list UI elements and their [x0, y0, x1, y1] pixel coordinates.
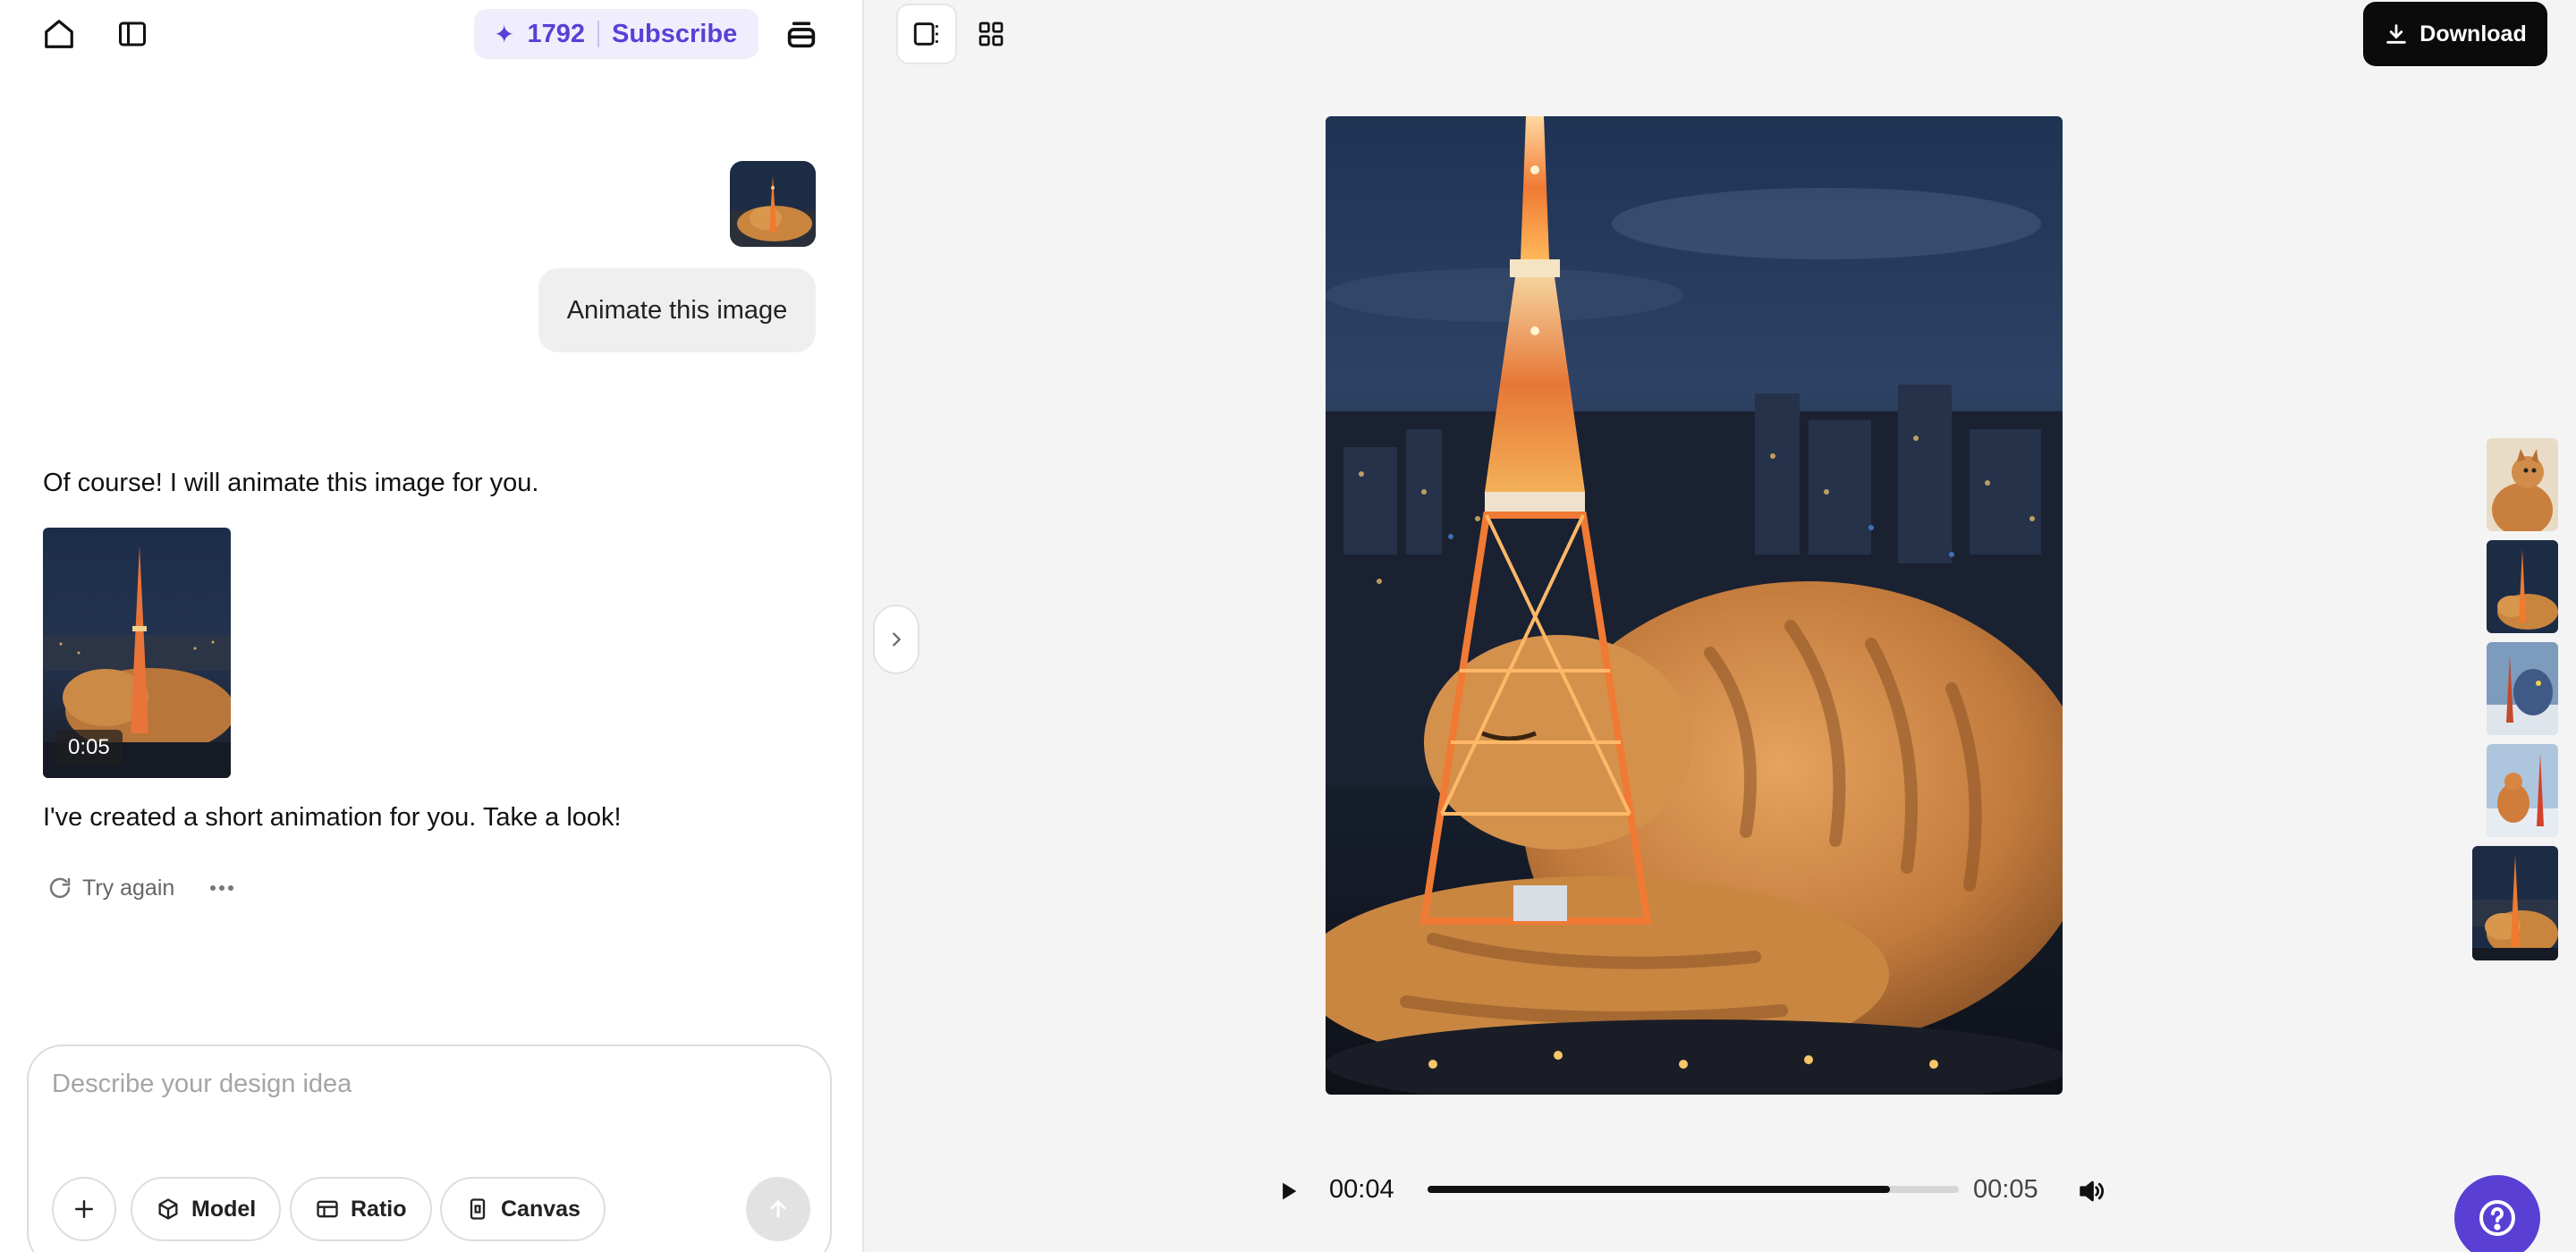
ratio-label: Ratio [351, 1196, 407, 1222]
current-time: 00:04 [1329, 1175, 1394, 1204]
video-duration: 0:05 [55, 730, 123, 766]
more-icon [210, 885, 233, 891]
try-again-label: Try again [82, 875, 175, 901]
layers-icon [787, 21, 816, 48]
canvas-icon [470, 1198, 486, 1220]
expand-panel-button[interactable] [873, 605, 919, 674]
chevron-right-icon [893, 632, 902, 647]
download-label: Download [2419, 21, 2527, 47]
user-image-attachment[interactable] [730, 161, 816, 247]
home-button[interactable] [34, 9, 84, 59]
split-view-button[interactable] [896, 4, 957, 64]
try-again-button[interactable]: Try again [47, 869, 174, 907]
canvas-label: Canvas [501, 1196, 580, 1222]
history-thumbnail[interactable] [2487, 744, 2558, 837]
layers-button[interactable] [776, 9, 826, 59]
history-thumbnail[interactable] [2487, 438, 2558, 531]
more-options-button[interactable] [204, 869, 240, 907]
split-view-icon [913, 22, 938, 46]
generated-video-thumbnail[interactable]: 0:05 [43, 528, 231, 778]
volume-icon [2080, 1180, 2104, 1202]
ratio-button[interactable]: Ratio [290, 1177, 432, 1241]
model-label: Model [191, 1196, 257, 1222]
arrow-up-icon [770, 1199, 786, 1218]
history-thumbnail-active[interactable] [2472, 846, 2558, 960]
ratio-icon [317, 1200, 338, 1218]
add-attachment-button[interactable] [52, 1177, 116, 1241]
progress-bar[interactable] [1428, 1186, 1959, 1193]
assistant-message: I've created a short animation for you. … [43, 803, 622, 832]
user-message-bubble: Animate this image [538, 268, 816, 352]
download-icon [2386, 24, 2407, 44]
total-time: 00:05 [1973, 1175, 2038, 1204]
assistant-message: Of course! I will animate this image for… [43, 469, 539, 497]
divider [597, 21, 599, 47]
play-button[interactable] [1270, 1173, 1306, 1209]
volume-button[interactable] [2073, 1173, 2109, 1209]
progress-fill [1428, 1186, 1890, 1193]
play-icon [1283, 1182, 1297, 1200]
send-button[interactable] [746, 1177, 810, 1241]
sidebar-toggle-icon [119, 21, 146, 47]
download-button[interactable]: Download [2363, 2, 2547, 66]
help-button[interactable] [2454, 1175, 2540, 1252]
plus-icon [75, 1200, 93, 1218]
prompt-composer: Model Ratio Canvas [27, 1045, 832, 1252]
subscribe-button[interactable]: Subscribe [612, 20, 737, 49]
cube-icon [158, 1198, 178, 1220]
history-thumbnail[interactable] [2487, 540, 2558, 633]
video-player-controls: 00:04 00:05 [1259, 1163, 2118, 1216]
history-thumbnail[interactable] [2487, 642, 2558, 735]
prompt-input[interactable] [52, 1070, 803, 1099]
chat-panel: ✦ 1792 Subscribe Animate this image Of c… [0, 0, 864, 1252]
grid-view-button[interactable] [961, 4, 1021, 64]
video-preview[interactable] [1326, 116, 2063, 1095]
refresh-icon [49, 877, 71, 899]
home-icon [45, 20, 73, 48]
grid-icon [979, 21, 1004, 47]
canvas-button[interactable]: Canvas [440, 1177, 606, 1241]
sidebar-toggle-button[interactable] [107, 9, 157, 59]
credits-pill[interactable]: ✦ 1792 Subscribe [474, 9, 758, 59]
credits-count: 1792 [527, 19, 585, 48]
help-icon [2479, 1200, 2515, 1236]
model-button[interactable]: Model [131, 1177, 282, 1241]
sparkle-icon: ✦ [494, 20, 515, 48]
